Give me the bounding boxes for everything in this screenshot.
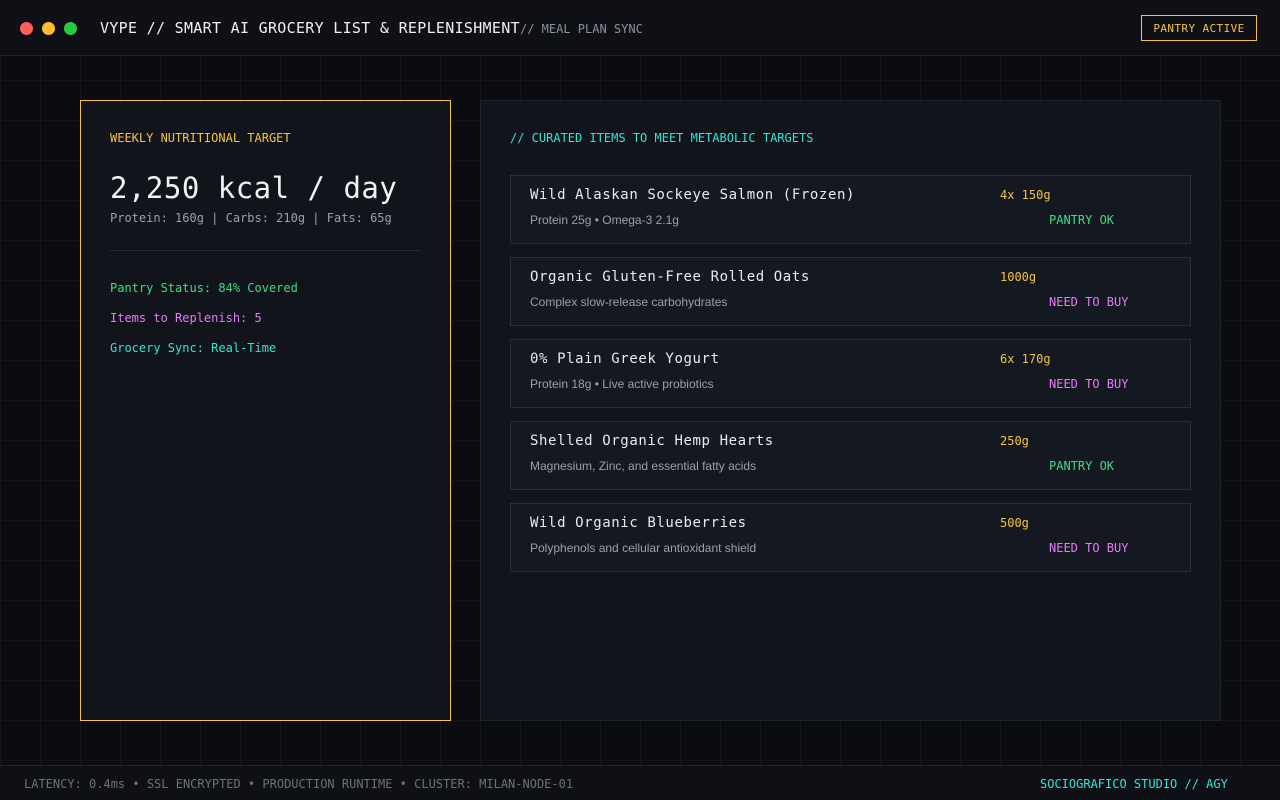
item-status: NEED TO BUY [1049, 541, 1129, 555]
grocery-item[interactable]: 0% Plain Greek Yogurt Protein 18g • Live… [510, 339, 1191, 408]
item-status: PANTRY OK [1049, 213, 1115, 227]
studio-credit: SOCIOGRAFICO STUDIO // AGY [1040, 777, 1228, 791]
item-description: Magnesium, Zinc, and essential fatty aci… [530, 459, 757, 473]
system-status-text: LATENCY: 0.4ms • SSL ENCRYPTED • PRODUCT… [24, 777, 574, 791]
item-description: Protein 25g • Omega-3 2.1g [530, 213, 679, 227]
item-description: Complex slow-release carbohydrates [530, 295, 728, 309]
item-name: 0% Plain Greek Yogurt [530, 351, 720, 367]
item-name: Wild Alaskan Sockeye Salmon (Frozen) [530, 187, 856, 203]
item-name: Shelled Organic Hemp Hearts [530, 433, 774, 449]
grocery-sync-status: Grocery Sync: Real-Time [110, 341, 277, 355]
nutrition-target-label: WEEKLY NUTRITIONAL TARGET [110, 131, 291, 145]
maximize-window-icon[interactable] [64, 22, 77, 35]
macro-breakdown: Protein: 160g | Carbs: 210g | Fats: 65g [110, 211, 392, 225]
item-quantity: 1000g [1000, 270, 1037, 284]
status-footer: LATENCY: 0.4ms • SSL ENCRYPTED • PRODUCT… [0, 765, 1280, 800]
close-window-icon[interactable] [20, 22, 33, 35]
grocery-item[interactable]: Shelled Organic Hemp Hearts Magnesium, Z… [510, 421, 1191, 490]
item-quantity: 500g [1000, 516, 1029, 530]
title-bar: VYPE // SMART AI GROCERY LIST & REPLENIS… [0, 0, 1280, 56]
nutrition-target-panel: WEEKLY NUTRITIONAL TARGET 2,250 kcal / d… [80, 100, 451, 721]
panel-divider [110, 250, 421, 251]
daily-kcal-target: 2,250 kcal / day [110, 171, 398, 205]
item-quantity: 4x 150g [1000, 188, 1051, 202]
pantry-active-badge[interactable]: PANTRY ACTIVE [1141, 15, 1257, 41]
item-status: NEED TO BUY [1049, 377, 1129, 391]
grocery-item[interactable]: Wild Alaskan Sockeye Salmon (Frozen) Pro… [510, 175, 1191, 244]
curated-items-panel: // CURATED ITEMS TO MEET METABOLIC TARGE… [480, 100, 1221, 721]
item-description: Protein 18g • Live active probiotics [530, 377, 714, 391]
grocery-item[interactable]: Organic Gluten-Free Rolled Oats Complex … [510, 257, 1191, 326]
app-subtitle: // MEAL PLAN SYNC [520, 22, 643, 36]
item-name: Organic Gluten-Free Rolled Oats [530, 269, 810, 285]
item-name: Wild Organic Blueberries [530, 515, 747, 531]
item-status: PANTRY OK [1049, 459, 1115, 473]
grocery-item[interactable]: Wild Organic Blueberries Polyphenols and… [510, 503, 1191, 572]
minimize-window-icon[interactable] [42, 22, 55, 35]
items-to-replenish: Items to Replenish: 5 [110, 311, 262, 325]
pantry-status: Pantry Status: 84% Covered [110, 281, 298, 295]
item-quantity: 6x 170g [1000, 352, 1051, 366]
item-status: NEED TO BUY [1049, 295, 1129, 309]
item-description: Polyphenols and cellular antioxidant shi… [530, 541, 757, 555]
curated-items-label: // CURATED ITEMS TO MEET METABOLIC TARGE… [510, 131, 814, 145]
item-quantity: 250g [1000, 434, 1029, 448]
app-title: VYPE // SMART AI GROCERY LIST & REPLENIS… [100, 19, 520, 37]
